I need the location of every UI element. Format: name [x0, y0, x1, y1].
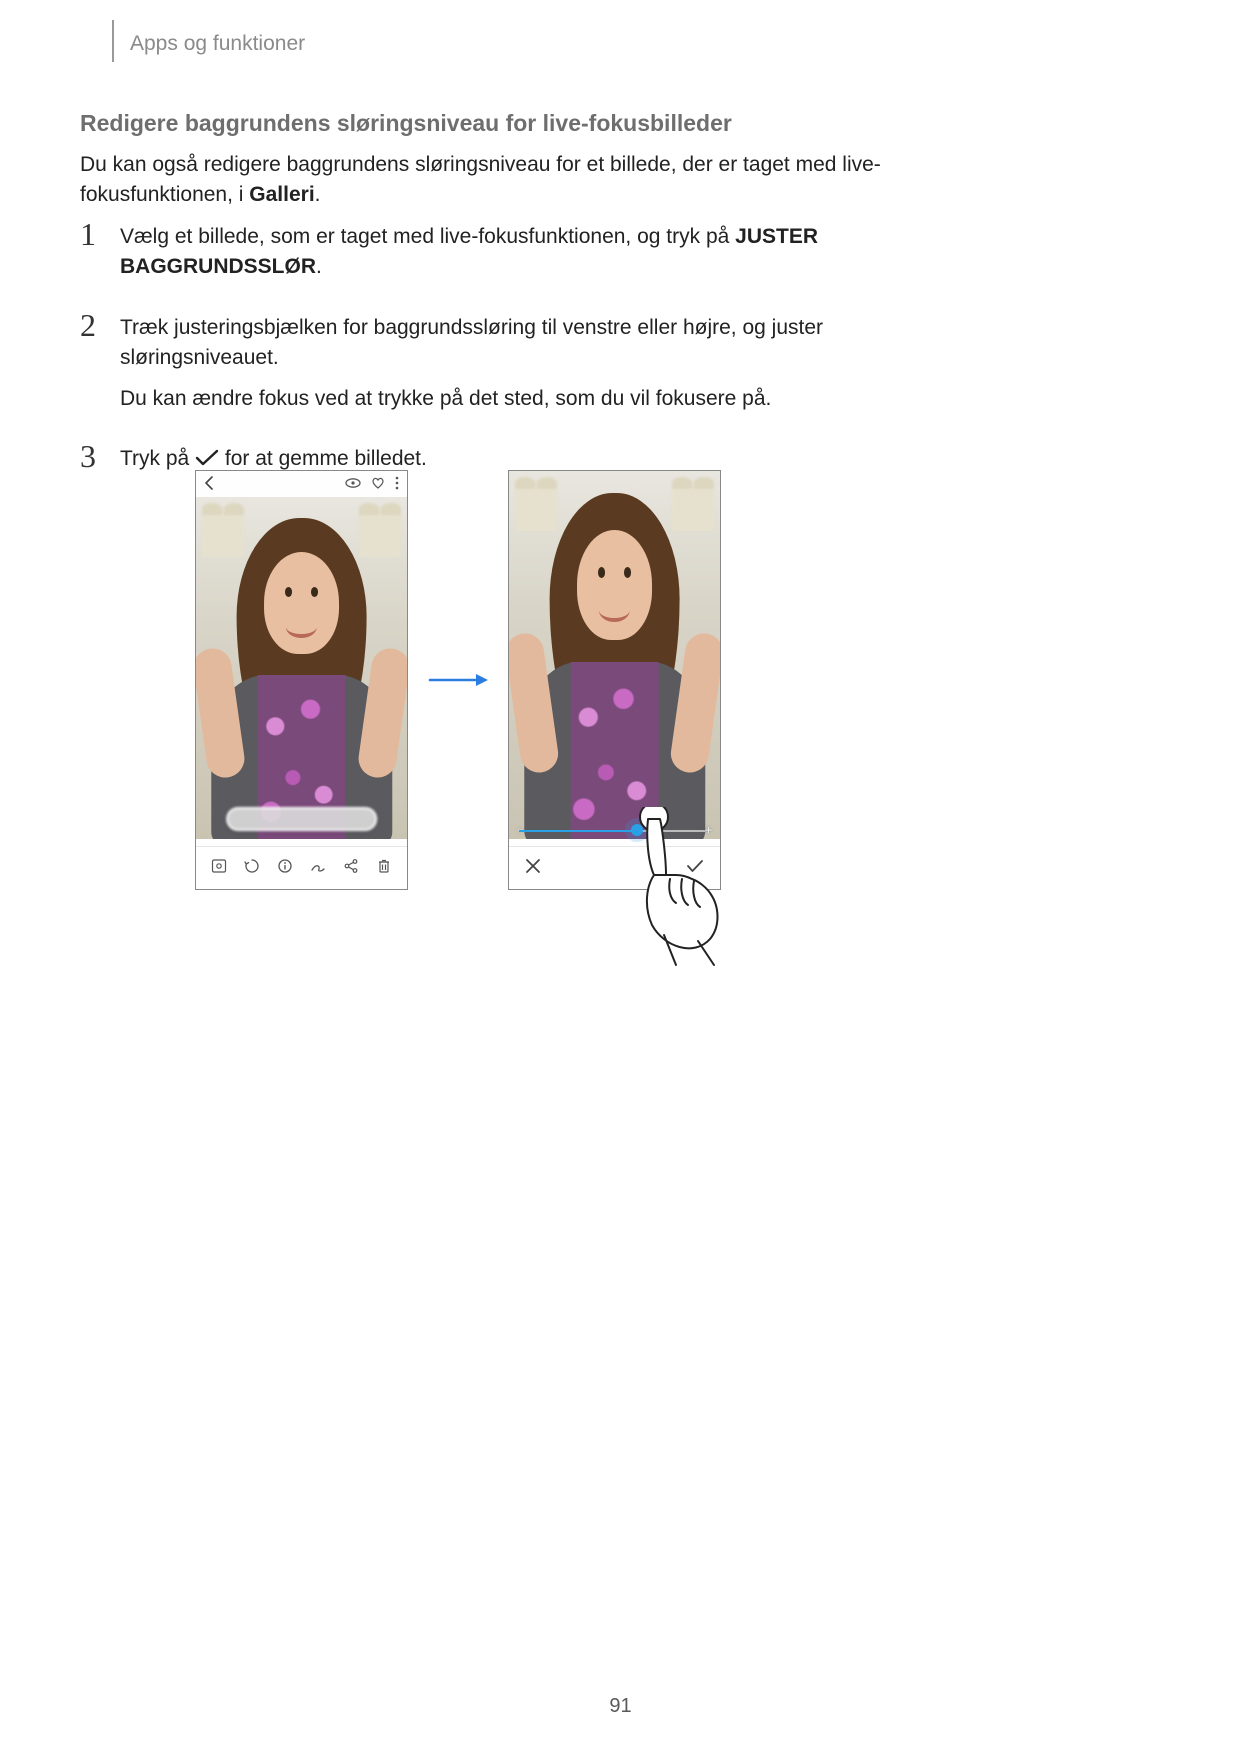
steps-list: 1 Vælg et billede, som er taget med live… — [80, 218, 950, 501]
figure-row: − + — [80, 470, 1180, 890]
step-text: Vælg et billede, som er taget med live-f… — [120, 225, 735, 248]
step-sub-text: Du kan ændre fokus ved at trykke på det … — [120, 384, 950, 414]
section-title: Redigere baggrundens sløringsniveau for … — [80, 110, 732, 137]
header-divider — [112, 20, 114, 62]
draw-icon[interactable] — [310, 858, 326, 878]
step-text: Træk justeringsbjælken for baggrundsslør… — [120, 313, 950, 374]
step-1: 1 Vælg et billede, som er taget med live… — [80, 218, 950, 283]
adjust-blur-pill[interactable] — [226, 807, 378, 831]
intro-bold: Galleri — [249, 183, 314, 206]
intro-text: Du kan også redigere baggrundens sløring… — [80, 153, 881, 206]
arrow-right-icon — [428, 672, 488, 688]
breadcrumb: Apps og funktioner — [130, 32, 305, 56]
step-body: Træk justeringsbjælken for baggrundsslør… — [120, 309, 950, 414]
bixby-vision-icon[interactable] — [211, 858, 227, 878]
intro-paragraph: Du kan også redigere baggrundens sløring… — [80, 150, 950, 211]
delete-icon[interactable] — [376, 858, 392, 878]
slider-plus-icon: + — [705, 823, 712, 837]
auto-adjust-icon[interactable] — [345, 477, 361, 492]
step-2: 2 Træk justeringsbjælken for baggrundssl… — [80, 309, 950, 414]
step-text-after: . — [316, 255, 322, 278]
checkmark-icon — [195, 446, 219, 464]
details-icon[interactable] — [277, 858, 293, 878]
photo-preview[interactable] — [196, 497, 407, 839]
phone-mock-right: − + — [508, 470, 721, 890]
menu-dots-icon[interactable] — [395, 476, 399, 493]
gallery-bottombar — [196, 846, 407, 889]
heart-icon[interactable] — [371, 477, 385, 492]
confirm-icon[interactable] — [686, 859, 704, 878]
phone-mock-left — [195, 470, 408, 890]
step-text: Tryk på — [120, 447, 195, 470]
gallery-topbar — [196, 471, 407, 497]
step-number: 3 — [80, 440, 120, 472]
step-text-after: for at gemme billedet. — [219, 447, 427, 470]
blur-slider[interactable]: − + — [519, 829, 710, 833]
intro-text-after: . — [315, 183, 321, 206]
step-body: Vælg et billede, som er taget med live-f… — [120, 218, 950, 283]
slider-thumb[interactable] — [631, 824, 643, 836]
manual-page: Apps og funktioner Redigere baggrundens … — [0, 0, 1241, 1754]
page-number: 91 — [0, 1695, 1241, 1718]
transform-icon[interactable] — [244, 858, 260, 878]
photo-preview[interactable] — [509, 471, 720, 839]
edit-bottombar — [509, 846, 720, 889]
cancel-icon[interactable] — [525, 858, 541, 879]
step-number: 1 — [80, 218, 120, 250]
step-number: 2 — [80, 309, 120, 341]
share-icon[interactable] — [343, 858, 359, 878]
back-icon[interactable] — [204, 476, 214, 493]
flow-arrow — [408, 470, 508, 890]
